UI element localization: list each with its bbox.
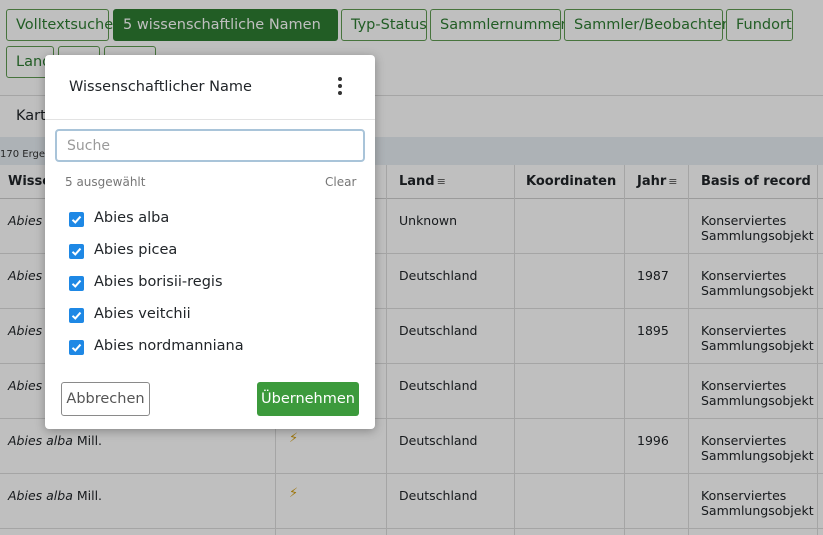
- popup-title: Wissenschaftlicher Name: [69, 79, 252, 95]
- option-item[interactable]: Abies borisii-regis: [69, 274, 329, 294]
- apply-button[interactable]: Übernehmen: [257, 382, 359, 416]
- option-item[interactable]: Abies alba: [69, 210, 329, 230]
- option-item[interactable]: Abies picea: [69, 242, 329, 262]
- checkbox[interactable]: [69, 244, 84, 259]
- option-item[interactable]: Abies nordmanniana: [69, 338, 329, 358]
- divider: [45, 119, 375, 120]
- scientific-name-filter-popup: Wissenschaftlicher Name 5 ausgewählt Cle…: [45, 55, 375, 429]
- checkmark-icon: [71, 279, 82, 288]
- option-label: Abies veitchii: [94, 306, 191, 322]
- checkmark-icon: [71, 215, 82, 224]
- option-label: Abies picea: [94, 242, 178, 258]
- checkmark-icon: [71, 247, 82, 256]
- selected-count: 5 ausgewählt: [65, 175, 146, 189]
- checkbox[interactable]: [69, 308, 84, 323]
- option-label: Abies alba: [94, 210, 170, 226]
- checkbox[interactable]: [69, 340, 84, 355]
- option-label: Abies nordmanniana: [94, 338, 244, 354]
- clear-button[interactable]: Clear: [325, 175, 356, 189]
- checkbox[interactable]: [69, 212, 84, 227]
- checkmark-icon: [71, 343, 82, 352]
- cancel-button[interactable]: Abbrechen: [61, 382, 150, 416]
- checkmark-icon: [71, 311, 82, 320]
- checkbox[interactable]: [69, 276, 84, 291]
- search-input[interactable]: [55, 129, 365, 162]
- option-label: Abies borisii-regis: [94, 274, 223, 290]
- more-options-icon[interactable]: [333, 75, 347, 97]
- option-item[interactable]: Abies veitchii: [69, 306, 329, 326]
